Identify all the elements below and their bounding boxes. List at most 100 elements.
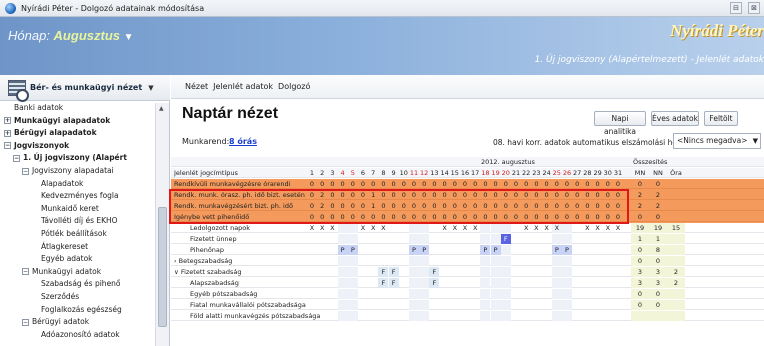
day-cell[interactable] <box>582 245 592 255</box>
day-cell[interactable] <box>409 278 419 288</box>
day-cell[interactable] <box>399 245 409 255</box>
day-cell[interactable] <box>572 278 582 288</box>
day-cell[interactable] <box>521 234 531 244</box>
day-cell[interactable] <box>450 267 460 277</box>
day-cell[interactable] <box>613 300 623 310</box>
restore-button[interactable]: ⊟ <box>730 2 742 14</box>
day-cell[interactable] <box>613 311 623 321</box>
day-cell[interactable] <box>572 311 582 321</box>
day-cell[interactable]: X <box>317 223 327 233</box>
day-cell[interactable] <box>337 289 348 299</box>
day-cell[interactable] <box>337 223 348 233</box>
day-cell[interactable] <box>327 311 337 321</box>
day-cell[interactable]: X <box>551 223 562 233</box>
day-cell[interactable] <box>593 289 603 299</box>
day-cell[interactable] <box>460 289 470 299</box>
day-cell[interactable]: X <box>368 223 378 233</box>
day-cell[interactable] <box>368 267 378 277</box>
day-cell[interactable] <box>593 245 603 255</box>
day-cell[interactable]: 0 <box>613 179 623 189</box>
day-cell[interactable] <box>531 267 541 277</box>
day-cell[interactable] <box>551 278 562 288</box>
day-cell[interactable] <box>368 245 378 255</box>
day-cell[interactable] <box>450 234 460 244</box>
day-cell[interactable] <box>593 234 603 244</box>
day-cell[interactable] <box>389 223 399 233</box>
tree-item[interactable]: − Jogviszony alapadatai <box>22 166 114 176</box>
day-cell[interactable] <box>307 278 317 288</box>
day-cell[interactable] <box>378 311 388 321</box>
day-cell[interactable] <box>307 234 317 244</box>
day-cell[interactable] <box>521 256 531 266</box>
expand-icon[interactable]: + <box>4 129 11 137</box>
day-cell[interactable] <box>542 234 552 244</box>
day-cell[interactable] <box>347 311 358 321</box>
day-cell[interactable] <box>582 278 592 288</box>
day-cell[interactable] <box>470 311 480 321</box>
day-cell[interactable] <box>337 267 348 277</box>
day-cell[interactable] <box>470 278 480 288</box>
day-cell[interactable] <box>603 278 613 288</box>
collapse-icon[interactable]: − <box>13 154 20 162</box>
day-cell[interactable] <box>593 300 603 310</box>
day-cell[interactable] <box>399 278 409 288</box>
day-cell[interactable] <box>409 311 419 321</box>
day-cell[interactable] <box>521 267 531 277</box>
day-cell[interactable]: 0 <box>317 179 327 189</box>
day-cell[interactable] <box>460 267 470 277</box>
day-cell[interactable]: P <box>419 245 430 255</box>
calendar-row[interactable]: ∨ Fizetett szabadság F F F 3 3 2 <box>171 267 764 277</box>
day-cell[interactable]: 0 <box>501 179 511 189</box>
day-cell[interactable] <box>450 245 460 255</box>
view-selector[interactable]: Bér- és munkaügyi nézet ▼ <box>0 75 170 102</box>
month-selector[interactable]: Hónap: Augusztus ▼ <box>8 28 134 43</box>
day-cell[interactable] <box>327 267 337 277</box>
day-cell[interactable] <box>572 300 582 310</box>
day-cell[interactable] <box>358 300 368 310</box>
day-cell[interactable]: P <box>347 245 358 255</box>
day-cell[interactable] <box>613 256 623 266</box>
day-cell[interactable] <box>399 300 409 310</box>
day-cell[interactable] <box>551 289 562 299</box>
day-cell[interactable] <box>531 300 541 310</box>
day-cell[interactable] <box>419 278 430 288</box>
day-cell[interactable] <box>511 278 521 288</box>
day-cell[interactable] <box>450 256 460 266</box>
day-cell[interactable] <box>409 300 419 310</box>
day-cell[interactable] <box>307 245 317 255</box>
day-cell[interactable] <box>593 311 603 321</box>
day-cell[interactable] <box>490 267 501 277</box>
day-cell[interactable] <box>500 245 511 255</box>
day-cell[interactable]: X <box>593 223 603 233</box>
chevron-down-icon[interactable]: ∨ <box>174 268 181 276</box>
day-cell[interactable]: X <box>378 223 388 233</box>
day-cell[interactable] <box>327 289 337 299</box>
day-cell[interactable] <box>490 223 501 233</box>
day-cell[interactable] <box>389 256 399 266</box>
day-cell[interactable] <box>429 234 439 244</box>
day-cell[interactable] <box>562 289 572 299</box>
day-cell[interactable] <box>531 278 541 288</box>
day-cell[interactable] <box>572 289 582 299</box>
day-cell[interactable]: 0 <box>358 179 368 189</box>
day-cell[interactable] <box>358 234 368 244</box>
day-cell[interactable] <box>521 245 531 255</box>
elszamolasi-honap-select[interactable]: <Nincs megadva> ▼ <box>673 133 761 149</box>
day-cell[interactable] <box>603 256 613 266</box>
day-cell[interactable] <box>327 278 337 288</box>
day-cell[interactable]: P <box>480 245 491 255</box>
day-cell[interactable]: 0 <box>327 179 337 189</box>
day-cell[interactable] <box>419 300 430 310</box>
day-cell[interactable]: F <box>378 278 389 288</box>
collapse-icon[interactable]: − <box>22 318 29 326</box>
day-cell[interactable] <box>389 300 399 310</box>
day-cell[interactable] <box>511 267 521 277</box>
day-cell[interactable]: 0 <box>389 179 399 189</box>
day-cell[interactable] <box>531 234 541 244</box>
day-cell[interactable] <box>542 278 552 288</box>
day-cell[interactable]: X <box>450 223 460 233</box>
day-cell[interactable] <box>562 223 572 233</box>
day-cell[interactable]: P <box>337 245 348 255</box>
day-cell[interactable] <box>347 223 358 233</box>
day-cell[interactable]: F <box>378 267 389 277</box>
